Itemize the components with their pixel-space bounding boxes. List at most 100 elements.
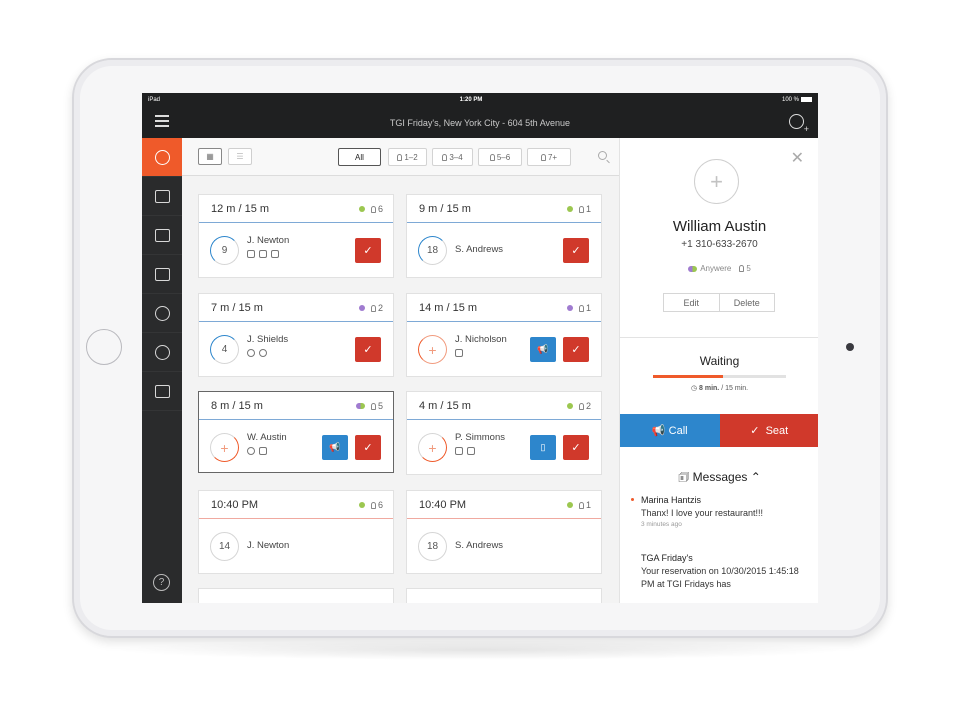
- filter-1-2[interactable]: 1–2: [388, 148, 427, 166]
- waitlist-card[interactable]: 7 m / 15 m 2 4 J. Shields ✓: [198, 293, 394, 377]
- grid-view-button[interactable]: ▦: [198, 148, 222, 165]
- table-badge: +: [418, 335, 447, 364]
- note-icon: [467, 447, 475, 455]
- status-dot: [358, 502, 365, 508]
- seat-button[interactable]: ✓: [355, 435, 381, 460]
- reservation-time: 10:40 PM: [419, 498, 467, 511]
- list-view-button[interactable]: ☰: [228, 148, 252, 165]
- card-header: 10:40 PM 6: [199, 491, 393, 519]
- person-icon: [442, 153, 448, 161]
- filter-5-6[interactable]: 5–6: [478, 148, 522, 166]
- device-shadow: [110, 640, 850, 660]
- battery-status: 100 %: [782, 96, 812, 103]
- message-item: Marina Hantzis Thanx! I love your restau…: [631, 494, 811, 530]
- table-badge: 4: [210, 335, 239, 364]
- reservation-card[interactable]: 10:40 PM 1 18 S. Andrews: [406, 490, 602, 574]
- stroller-icon: [259, 250, 267, 258]
- waitlist-card[interactable]: 14 m / 15 m 1 + J. Nicholson 📢 ✓: [406, 293, 602, 377]
- sms-button[interactable]: ▯: [530, 435, 556, 460]
- sidebar-item-tables[interactable]: [142, 177, 182, 216]
- wait-progress-bar: [653, 375, 786, 378]
- battery-icon: [801, 96, 812, 102]
- person-icon: [739, 265, 745, 272]
- help-icon[interactable]: ?: [153, 574, 170, 591]
- party-size: 6: [377, 204, 383, 214]
- seat-button[interactable]: ✓: [563, 337, 589, 362]
- messages-header[interactable]: 🗊 Messages ⌃: [620, 468, 818, 489]
- call-button[interactable]: 📢: [322, 435, 348, 460]
- status-dot: [358, 305, 365, 311]
- sidebar-item-rewards[interactable]: [142, 333, 182, 372]
- sidebar-item-waitlist[interactable]: [142, 138, 182, 177]
- waitlist-card-selected[interactable]: 8 m / 15 m 5 + W. Austin 📢 ✓: [198, 391, 394, 473]
- call-button[interactable]: 📢: [530, 337, 556, 362]
- status-time: 1:20 PM: [459, 97, 483, 103]
- edit-delete-group: Edit Delete: [663, 293, 775, 312]
- sidebar-item-layout[interactable]: [142, 216, 182, 255]
- action-row: 📢 Call ✓ Seat: [620, 414, 818, 447]
- no-icon: [247, 447, 255, 455]
- person-icon: [370, 205, 376, 213]
- guest-name: P. Simmons: [455, 432, 505, 443]
- status-dot: [566, 502, 573, 508]
- close-icon[interactable]: ✕: [791, 148, 804, 168]
- wait-time: 8 m / 15 m: [211, 399, 263, 412]
- filter-all[interactable]: All: [338, 148, 381, 166]
- guest-name: J. Shields: [247, 334, 289, 345]
- guest-phone: +1 310-633-2670: [681, 239, 758, 250]
- party-size: 2: [377, 303, 383, 313]
- filter-7-plus[interactable]: 7+: [527, 148, 571, 166]
- wait-time: 9 m / 15 m: [419, 202, 471, 215]
- sidebar: ?: [142, 138, 182, 603]
- sidebar-item-guests[interactable]: [142, 294, 182, 333]
- table-badge: +: [210, 433, 239, 462]
- table-badge: 14: [210, 532, 239, 561]
- guest-name: William Austin: [672, 218, 767, 235]
- layout-icon: [154, 228, 170, 242]
- status-dot: [358, 206, 365, 212]
- seat-button[interactable]: ✓: [355, 337, 381, 362]
- wait-progress-fill: [653, 375, 724, 378]
- sidebar-item-contacts[interactable]: [142, 372, 182, 411]
- guest-name: S. Andrews: [455, 540, 504, 551]
- delete-button[interactable]: Delete: [720, 294, 775, 311]
- waitlist-card[interactable]: 12 m / 15 m 6 9 J. Newton ✓: [198, 194, 394, 278]
- person-icon: [370, 501, 376, 509]
- reservation-card[interactable]: 10:40 PM 6 14 J. Newton: [198, 490, 394, 574]
- add-waitlist-icon[interactable]: [789, 114, 809, 134]
- avatar-add-photo[interactable]: +: [694, 159, 739, 204]
- card-header: 8 m / 15 m 5: [199, 392, 393, 420]
- party-size: 1: [585, 303, 591, 313]
- unread-dot: [631, 498, 634, 501]
- call-button[interactable]: 📢 Call: [620, 414, 720, 447]
- table-badge: 9: [210, 236, 239, 265]
- seat-button[interactable]: ✓: [563, 435, 589, 460]
- gift-icon: [455, 447, 463, 455]
- waitlist-card[interactable]: 9 m / 15 m 1 18 S. Andrews ✓: [406, 194, 602, 278]
- card-header: 10:40 PM 1: [407, 491, 601, 519]
- reservation-card[interactable]: [406, 588, 602, 603]
- waitlist-card[interactable]: 4 m / 15 m 2 + P. Simmons ▯ ✓: [406, 391, 602, 475]
- seat-button[interactable]: ✓ Seat: [719, 414, 818, 447]
- home-button: [86, 329, 122, 365]
- guest-name: J. Newton: [247, 540, 290, 551]
- filter-toolbar: ▦ ☰ All 1–2 3–4 5–6 7+: [182, 138, 619, 176]
- waiting-label: Waiting: [699, 354, 740, 368]
- party-size: 1: [585, 500, 591, 510]
- status-dot: [566, 206, 573, 212]
- sidebar-item-reservations[interactable]: [142, 255, 182, 294]
- table-badge: 18: [418, 236, 447, 265]
- reservation-card[interactable]: [198, 588, 394, 603]
- edit-button[interactable]: Edit: [664, 294, 720, 311]
- filter-3-4[interactable]: 3–4: [432, 148, 473, 166]
- no-icon: [247, 349, 255, 357]
- menu-icon[interactable]: [155, 115, 169, 127]
- reservation-time: 10:40 PM: [211, 498, 259, 511]
- guest-meta: Anywere 5: [620, 264, 818, 273]
- search-icon[interactable]: [598, 151, 607, 160]
- status-bar: iPad 1:20 PM 100 %: [142, 93, 818, 107]
- seat-button[interactable]: ✓: [355, 238, 381, 263]
- person-icon: [578, 304, 584, 312]
- contacts-icon: [154, 384, 170, 398]
- seat-button[interactable]: ✓: [563, 238, 589, 263]
